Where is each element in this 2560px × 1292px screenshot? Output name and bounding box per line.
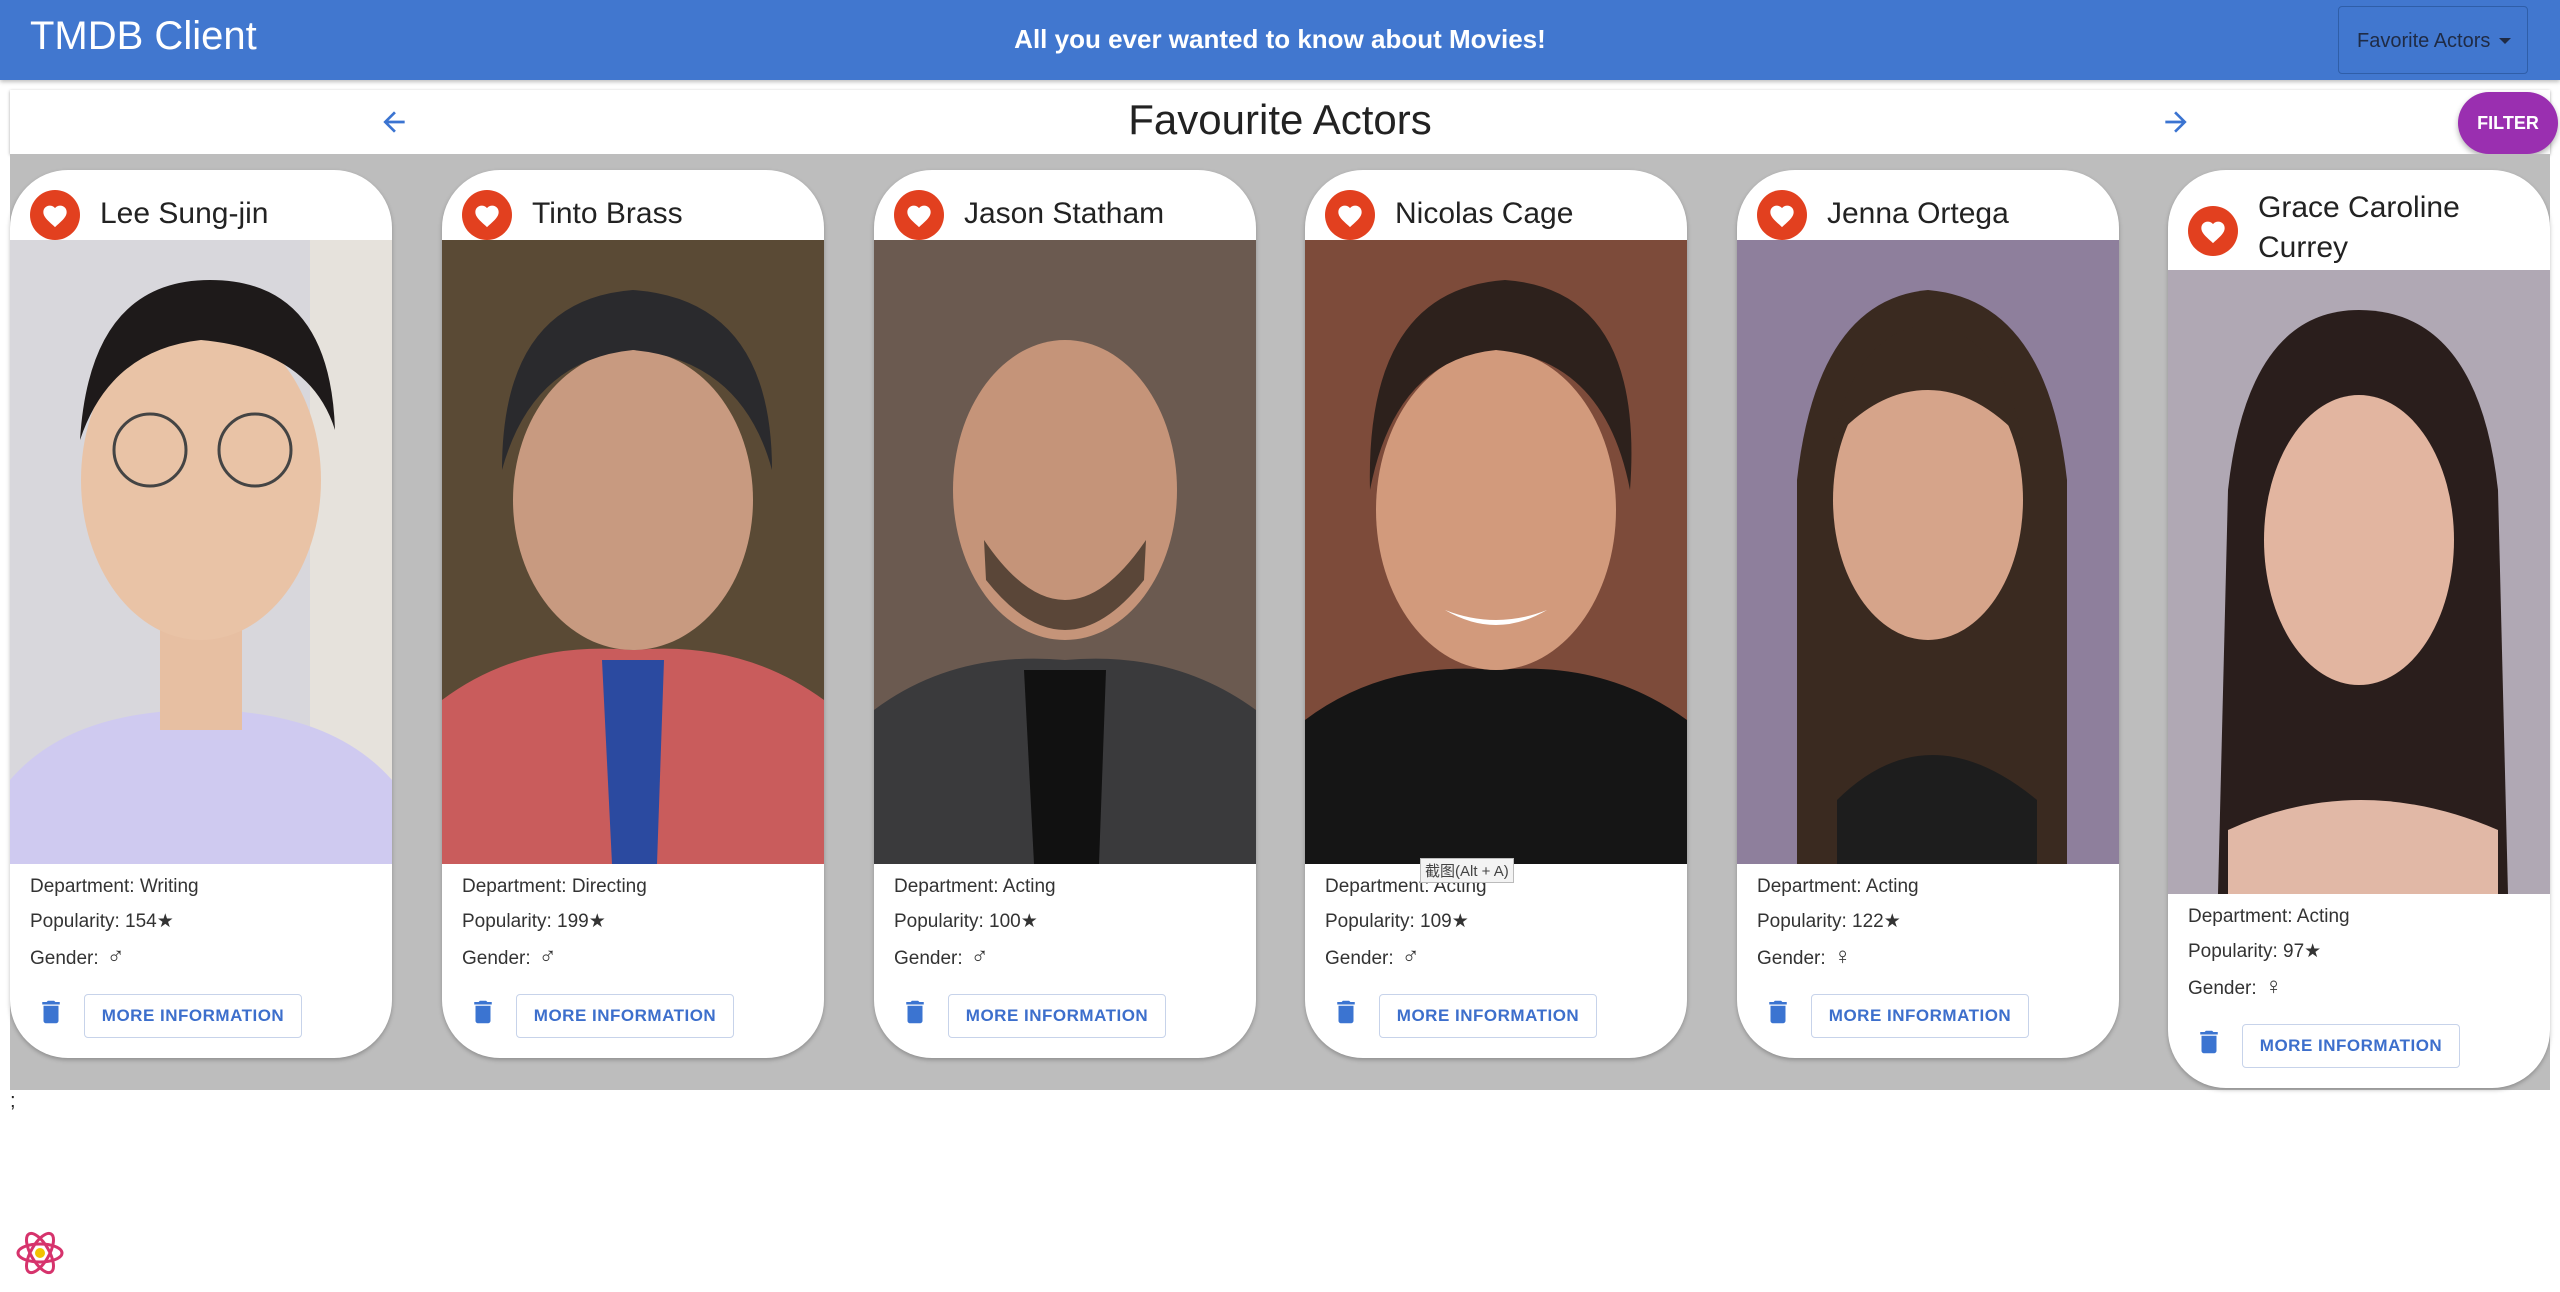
actor-gender: Gender: ♀ xyxy=(2188,972,2350,1007)
actor-photo xyxy=(1305,240,1687,864)
more-information-button[interactable]: MORE INFORMATION xyxy=(84,994,302,1038)
heart-icon xyxy=(1338,205,1362,228)
actor-department: Department: Writing xyxy=(30,876,199,897)
actor-card: Nicolas Cage Department: Acting Populari… xyxy=(1305,170,1687,1058)
actor-photo xyxy=(10,240,392,864)
heart-icon xyxy=(907,205,931,228)
actor-photo xyxy=(1737,240,2119,864)
actor-card: Grace Caroline Currey Department: Acting… xyxy=(2168,170,2550,1088)
gender-icon: ♀ xyxy=(2264,973,2283,1000)
gender-label: Gender: xyxy=(462,948,531,969)
favourite-button[interactable] xyxy=(894,190,944,240)
actor-name: Nicolas Cage xyxy=(1395,197,1574,230)
gender-icon: ♂ xyxy=(106,943,125,970)
actor-popularity: Popularity: 97★ xyxy=(2188,941,2322,962)
more-information-button[interactable]: MORE INFORMATION xyxy=(948,994,1166,1038)
actor-department: Department: Acting xyxy=(894,876,1056,897)
actor-gender: Gender: ♂ xyxy=(1325,942,1487,977)
actor-info: Department: Directing Popularity: 199★ G… xyxy=(462,872,647,977)
stray-text: ; xyxy=(10,1090,16,1112)
app-tagline: All you ever wanted to know about Movies… xyxy=(1014,24,1546,54)
actor-department: Department: Acting xyxy=(2188,906,2350,927)
actor-popularity: Popularity: 199★ xyxy=(462,911,606,932)
caret-down-icon xyxy=(2499,38,2511,44)
favourite-button[interactable] xyxy=(1757,190,1807,240)
actor-name: Tinto Brass xyxy=(532,197,683,230)
actor-gender: Gender: ♂ xyxy=(894,942,1056,977)
actor-info: Department: Writing Popularity: 154★ Gen… xyxy=(30,872,199,977)
actor-gender: Gender: ♂ xyxy=(462,942,647,977)
actor-card: Jenna Ortega Department: Acting Populari… xyxy=(1737,170,2119,1058)
trash-icon[interactable] xyxy=(1331,994,1361,1030)
favourite-button[interactable] xyxy=(1325,190,1375,240)
react-logo-icon[interactable] xyxy=(14,1228,66,1278)
actor-department: Department: Acting xyxy=(1757,876,1919,897)
heart-icon xyxy=(2201,221,2225,244)
menu-button-label: Favorite Actors xyxy=(2357,30,2491,52)
gender-label: Gender: xyxy=(894,948,963,969)
heart-icon xyxy=(43,205,67,228)
favourite-button[interactable] xyxy=(30,190,80,240)
trash-icon[interactable] xyxy=(2194,1024,2224,1060)
actor-photo xyxy=(442,240,824,864)
gender-label: Gender: xyxy=(1325,948,1394,969)
trash-icon[interactable] xyxy=(900,994,930,1030)
actor-popularity: Popularity: 122★ xyxy=(1757,911,1901,932)
page-header: Favourite Actors xyxy=(10,90,2550,154)
gender-icon: ♂ xyxy=(970,943,989,970)
actor-popularity: Popularity: 154★ xyxy=(30,911,174,932)
more-information-button[interactable]: MORE INFORMATION xyxy=(2242,1024,2460,1068)
actor-info: Department: Acting Popularity: 97★ Gende… xyxy=(2188,902,2350,1007)
actor-popularity: Popularity: 109★ xyxy=(1325,911,1469,932)
actor-card: Jason Statham Department: Acting Popular… xyxy=(874,170,1256,1058)
heart-icon xyxy=(1770,205,1794,228)
actor-gender: Gender: ♀ xyxy=(1757,942,1919,977)
actor-photo xyxy=(2168,270,2550,894)
heart-icon xyxy=(475,205,499,228)
actor-name: Jason Statham xyxy=(964,197,1165,230)
actor-gender: Gender: ♂ xyxy=(30,942,199,977)
gender-label: Gender: xyxy=(30,948,99,969)
gender-icon: ♂ xyxy=(1401,943,1420,970)
actor-popularity: Popularity: 100★ xyxy=(894,911,1038,932)
trash-icon[interactable] xyxy=(36,994,66,1030)
actor-name: Jenna Ortega xyxy=(1827,197,2009,230)
actor-department: Department: Directing xyxy=(462,876,647,897)
screenshot-tooltip: 截图(Alt + A) xyxy=(1420,858,1514,883)
actor-photo xyxy=(874,240,1256,864)
more-information-button[interactable]: MORE INFORMATION xyxy=(1379,994,1597,1038)
gender-icon: ♀ xyxy=(1833,943,1852,970)
gender-label: Gender: xyxy=(2188,978,2257,999)
trash-icon[interactable] xyxy=(468,994,498,1030)
more-information-button[interactable]: MORE INFORMATION xyxy=(516,994,734,1038)
gender-label: Gender: xyxy=(1757,948,1826,969)
actor-card: Lee Sung-jin Department: Writing Popular… xyxy=(10,170,392,1058)
favourite-button[interactable] xyxy=(462,190,512,240)
actor-info: Department: Acting Popularity: 100★ Gend… xyxy=(894,872,1056,977)
actor-name: Grace Caroline Currey xyxy=(2258,191,2460,264)
arrow-left-icon[interactable] xyxy=(378,106,410,138)
trash-icon[interactable] xyxy=(1763,994,1793,1030)
gender-icon: ♂ xyxy=(538,943,557,970)
actor-name: Lee Sung-jin xyxy=(100,197,269,230)
app-bar: TMDB Client All you ever wanted to know … xyxy=(0,0,2560,80)
filter-button[interactable]: FILTER xyxy=(2458,92,2558,154)
arrow-right-icon[interactable] xyxy=(2160,106,2192,138)
actor-info: Department: Acting Popularity: 122★ Gend… xyxy=(1757,872,1919,977)
favourite-button[interactable] xyxy=(2188,206,2238,256)
actor-card: Tinto Brass Department: Directing Popula… xyxy=(442,170,824,1058)
more-information-button[interactable]: MORE INFORMATION xyxy=(1811,994,2029,1038)
favorite-actors-menu-button[interactable]: Favorite Actors xyxy=(2338,6,2528,74)
actor-info: Department: Acting Popularity: 109★ Gend… xyxy=(1325,872,1487,977)
